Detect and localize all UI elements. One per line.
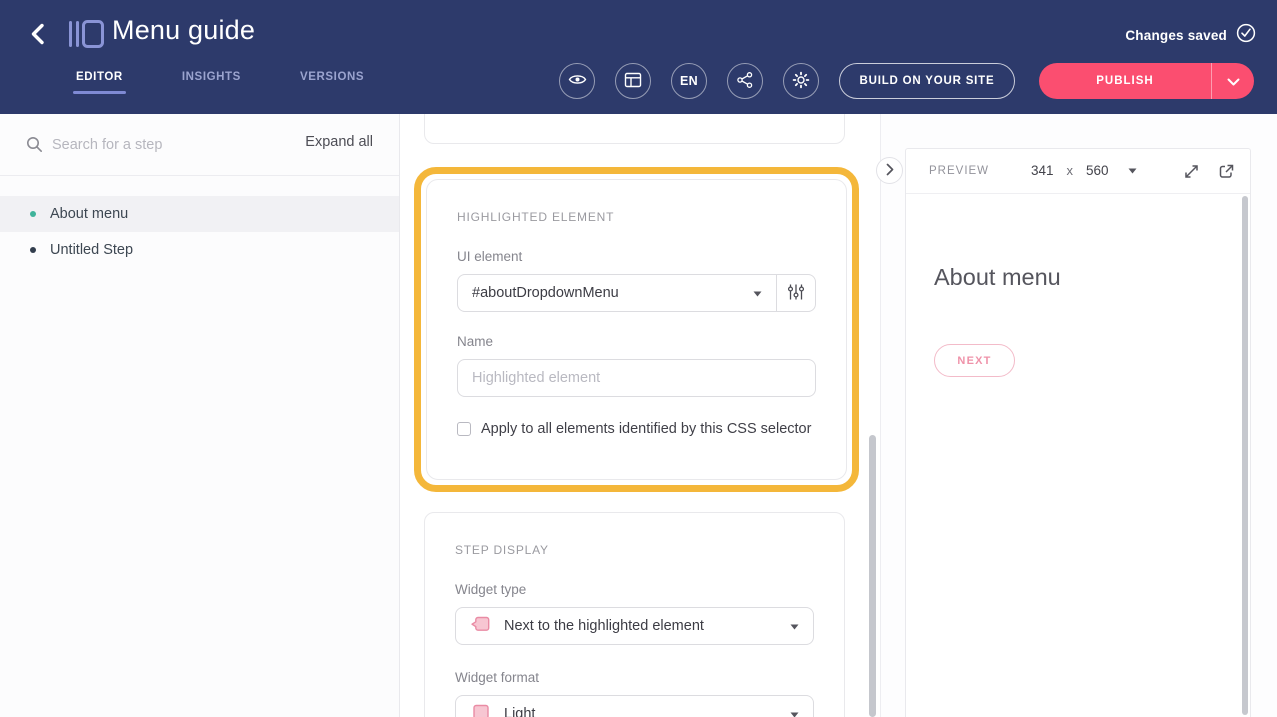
check-circle-icon xyxy=(1236,23,1256,48)
search-icon xyxy=(26,136,43,158)
ui-element-value: #aboutDropdownMenu xyxy=(472,285,619,301)
selector-settings-button[interactable] xyxy=(777,275,815,311)
highlighted-element-name-input[interactable] xyxy=(457,359,816,397)
preview-panel: PREVIEW 341 x 560 xyxy=(905,148,1251,717)
step-item-untitled-step[interactable]: Untitled Step xyxy=(0,232,399,268)
tab-versions[interactable]: VERSIONS xyxy=(299,71,365,83)
collapse-preview-button[interactable] xyxy=(876,157,903,184)
caret-down-icon xyxy=(790,705,799,717)
ui-element-select[interactable]: #aboutDropdownMenu xyxy=(458,275,776,311)
share-button[interactable] xyxy=(727,63,763,99)
page-title: Menu guide xyxy=(112,15,255,46)
chevron-down-icon xyxy=(1227,74,1240,89)
widget-type-select[interactable]: Next to the highlighted element xyxy=(455,607,814,645)
caret-down-icon xyxy=(1128,161,1137,179)
gear-icon xyxy=(792,71,810,92)
ui-element-control: #aboutDropdownMenu xyxy=(457,274,816,312)
settings-button[interactable] xyxy=(783,63,819,99)
name-label: Name xyxy=(457,334,816,349)
sliders-icon xyxy=(787,283,805,304)
tab-editor[interactable]: EDITOR xyxy=(75,71,124,83)
preview-title: PREVIEW xyxy=(929,165,989,177)
app: Menu guide Changes saved EDITOR INSIGHTS… xyxy=(0,0,1277,717)
back-button[interactable] xyxy=(24,21,52,49)
section-title: HIGHLIGHTED ELEMENT xyxy=(457,210,816,224)
section-title: STEP DISPLAY xyxy=(455,543,814,557)
step-search-row: Expand all xyxy=(0,114,399,176)
expand-arrows-icon xyxy=(1182,162,1201,184)
open-preview-external-button[interactable] xyxy=(1217,162,1236,184)
preview-fullscreen-button[interactable] xyxy=(1182,162,1201,184)
language-badge: EN xyxy=(680,74,698,88)
preview-size-select[interactable]: 341 x 560 xyxy=(1031,161,1137,179)
publish-dropdown-button[interactable] xyxy=(1212,63,1254,99)
save-status: Changes saved xyxy=(1125,23,1256,48)
preview-next-button[interactable]: NEXT xyxy=(934,344,1015,377)
language-button[interactable]: EN xyxy=(671,63,707,99)
chevron-right-icon xyxy=(886,163,894,179)
editor-scrollbar[interactable] xyxy=(869,435,876,717)
preview-width-value: 341 xyxy=(1031,163,1054,178)
step-item-about-menu[interactable]: About menu xyxy=(0,196,399,232)
external-link-icon xyxy=(1217,162,1236,184)
layout-icon xyxy=(624,71,642,92)
preview-header: PREVIEW 341 x 560 xyxy=(906,149,1250,194)
top-navbar: Menu guide Changes saved EDITOR INSIGHTS… xyxy=(0,0,1277,114)
checkbox-label: Apply to all elements identified by this… xyxy=(481,421,811,437)
nav-tabs: EDITOR INSIGHTS VERSIONS xyxy=(75,71,365,83)
checkbox[interactable] xyxy=(457,422,471,436)
publish-split-button: PUBLISH xyxy=(1039,63,1254,99)
size-separator: x xyxy=(1067,163,1074,178)
preview-eye-button[interactable] xyxy=(559,63,595,99)
ui-element-label: UI element xyxy=(457,249,816,264)
step-status-dot xyxy=(30,211,36,217)
apply-all-checkbox-row[interactable]: Apply to all elements identified by this… xyxy=(457,421,816,437)
save-status-text: Changes saved xyxy=(1125,28,1227,43)
widget-type-value: Next to the highlighted element xyxy=(504,618,704,634)
widget-format-label: Widget format xyxy=(455,670,814,685)
widget-format-value: Light xyxy=(504,706,535,717)
share-icon xyxy=(736,71,754,92)
steps-sidebar: Expand all About menu Untitled Step xyxy=(0,114,400,717)
expand-all-button[interactable]: Expand all xyxy=(305,134,373,150)
build-on-your-site-button[interactable]: BUILD ON YOUR SITE xyxy=(839,63,1015,99)
widget-type-label: Widget type xyxy=(455,582,814,597)
preview-step-heading: About menu xyxy=(934,264,1061,291)
preview-viewport: About menu NEXT xyxy=(906,194,1250,717)
caret-down-icon xyxy=(753,284,762,302)
step-label: Untitled Step xyxy=(50,242,133,258)
step-display-card: STEP DISPLAY Widget type Next to the hig… xyxy=(424,512,845,717)
widget-format-select[interactable]: Light xyxy=(455,695,814,717)
step-editor: HIGHLIGHTED ELEMENT UI element #aboutDro… xyxy=(400,114,881,717)
highlighted-element-card: HIGHLIGHTED ELEMENT UI element #aboutDro… xyxy=(426,179,847,480)
guide-logo-icon xyxy=(68,18,104,50)
nav-actions: EN xyxy=(559,63,1254,99)
publish-button[interactable]: PUBLISH xyxy=(1039,63,1211,99)
preview-scrollbar[interactable] xyxy=(1242,196,1248,715)
step-status-dot xyxy=(30,247,36,253)
eye-icon xyxy=(568,70,587,92)
preview-height-value: 560 xyxy=(1086,163,1109,178)
step-list: About menu Untitled Step xyxy=(0,196,399,268)
chevron-left-icon xyxy=(27,34,49,49)
layout-button[interactable] xyxy=(615,63,651,99)
step-label: About menu xyxy=(50,206,128,222)
tab-insights[interactable]: INSIGHTS xyxy=(181,71,242,83)
caret-down-icon xyxy=(790,617,799,635)
highlighted-section-outline: HIGHLIGHTED ELEMENT UI element #aboutDro… xyxy=(414,167,859,492)
step-search-input[interactable] xyxy=(50,131,250,159)
format-widget-icon xyxy=(470,703,491,717)
tooltip-widget-icon xyxy=(470,615,491,638)
